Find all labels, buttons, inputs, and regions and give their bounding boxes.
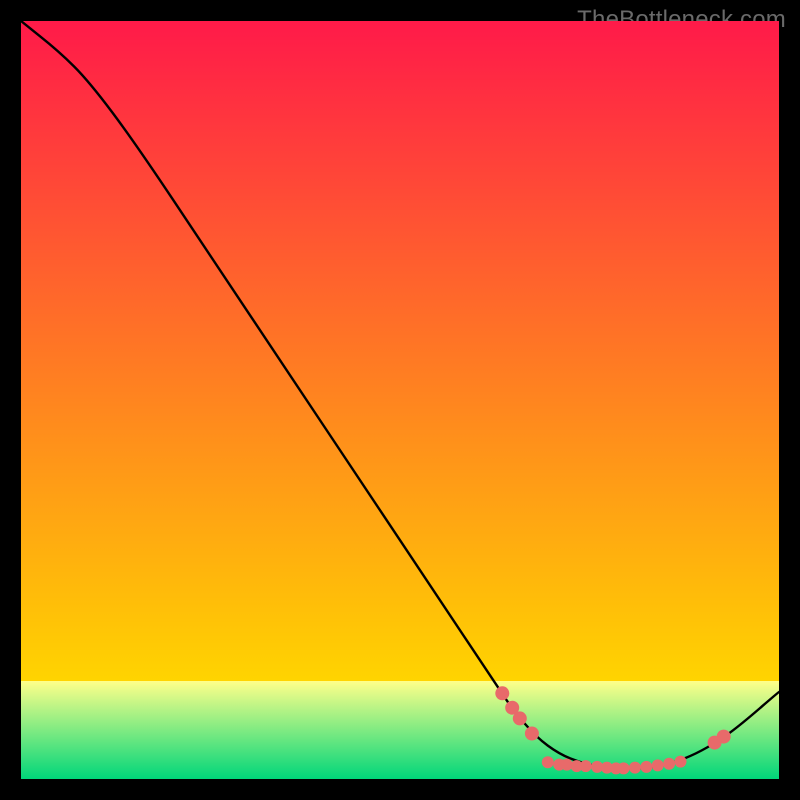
trough-markers (618, 762, 630, 774)
trough-markers (675, 756, 687, 768)
ascent-markers (717, 730, 731, 744)
trough-markers (580, 760, 592, 772)
trough-markers (663, 758, 675, 770)
trough-markers (652, 759, 664, 771)
descent-markers (513, 711, 527, 725)
plot-area (21, 21, 779, 779)
trough-markers (542, 756, 554, 768)
trough-markers (640, 761, 652, 773)
descent-markers (525, 727, 539, 741)
chart-svg (21, 21, 779, 779)
chart-frame: TheBottleneck.com (0, 0, 800, 800)
bg-gradient-main (21, 21, 779, 681)
descent-markers (495, 686, 509, 700)
trough-markers (629, 762, 641, 774)
